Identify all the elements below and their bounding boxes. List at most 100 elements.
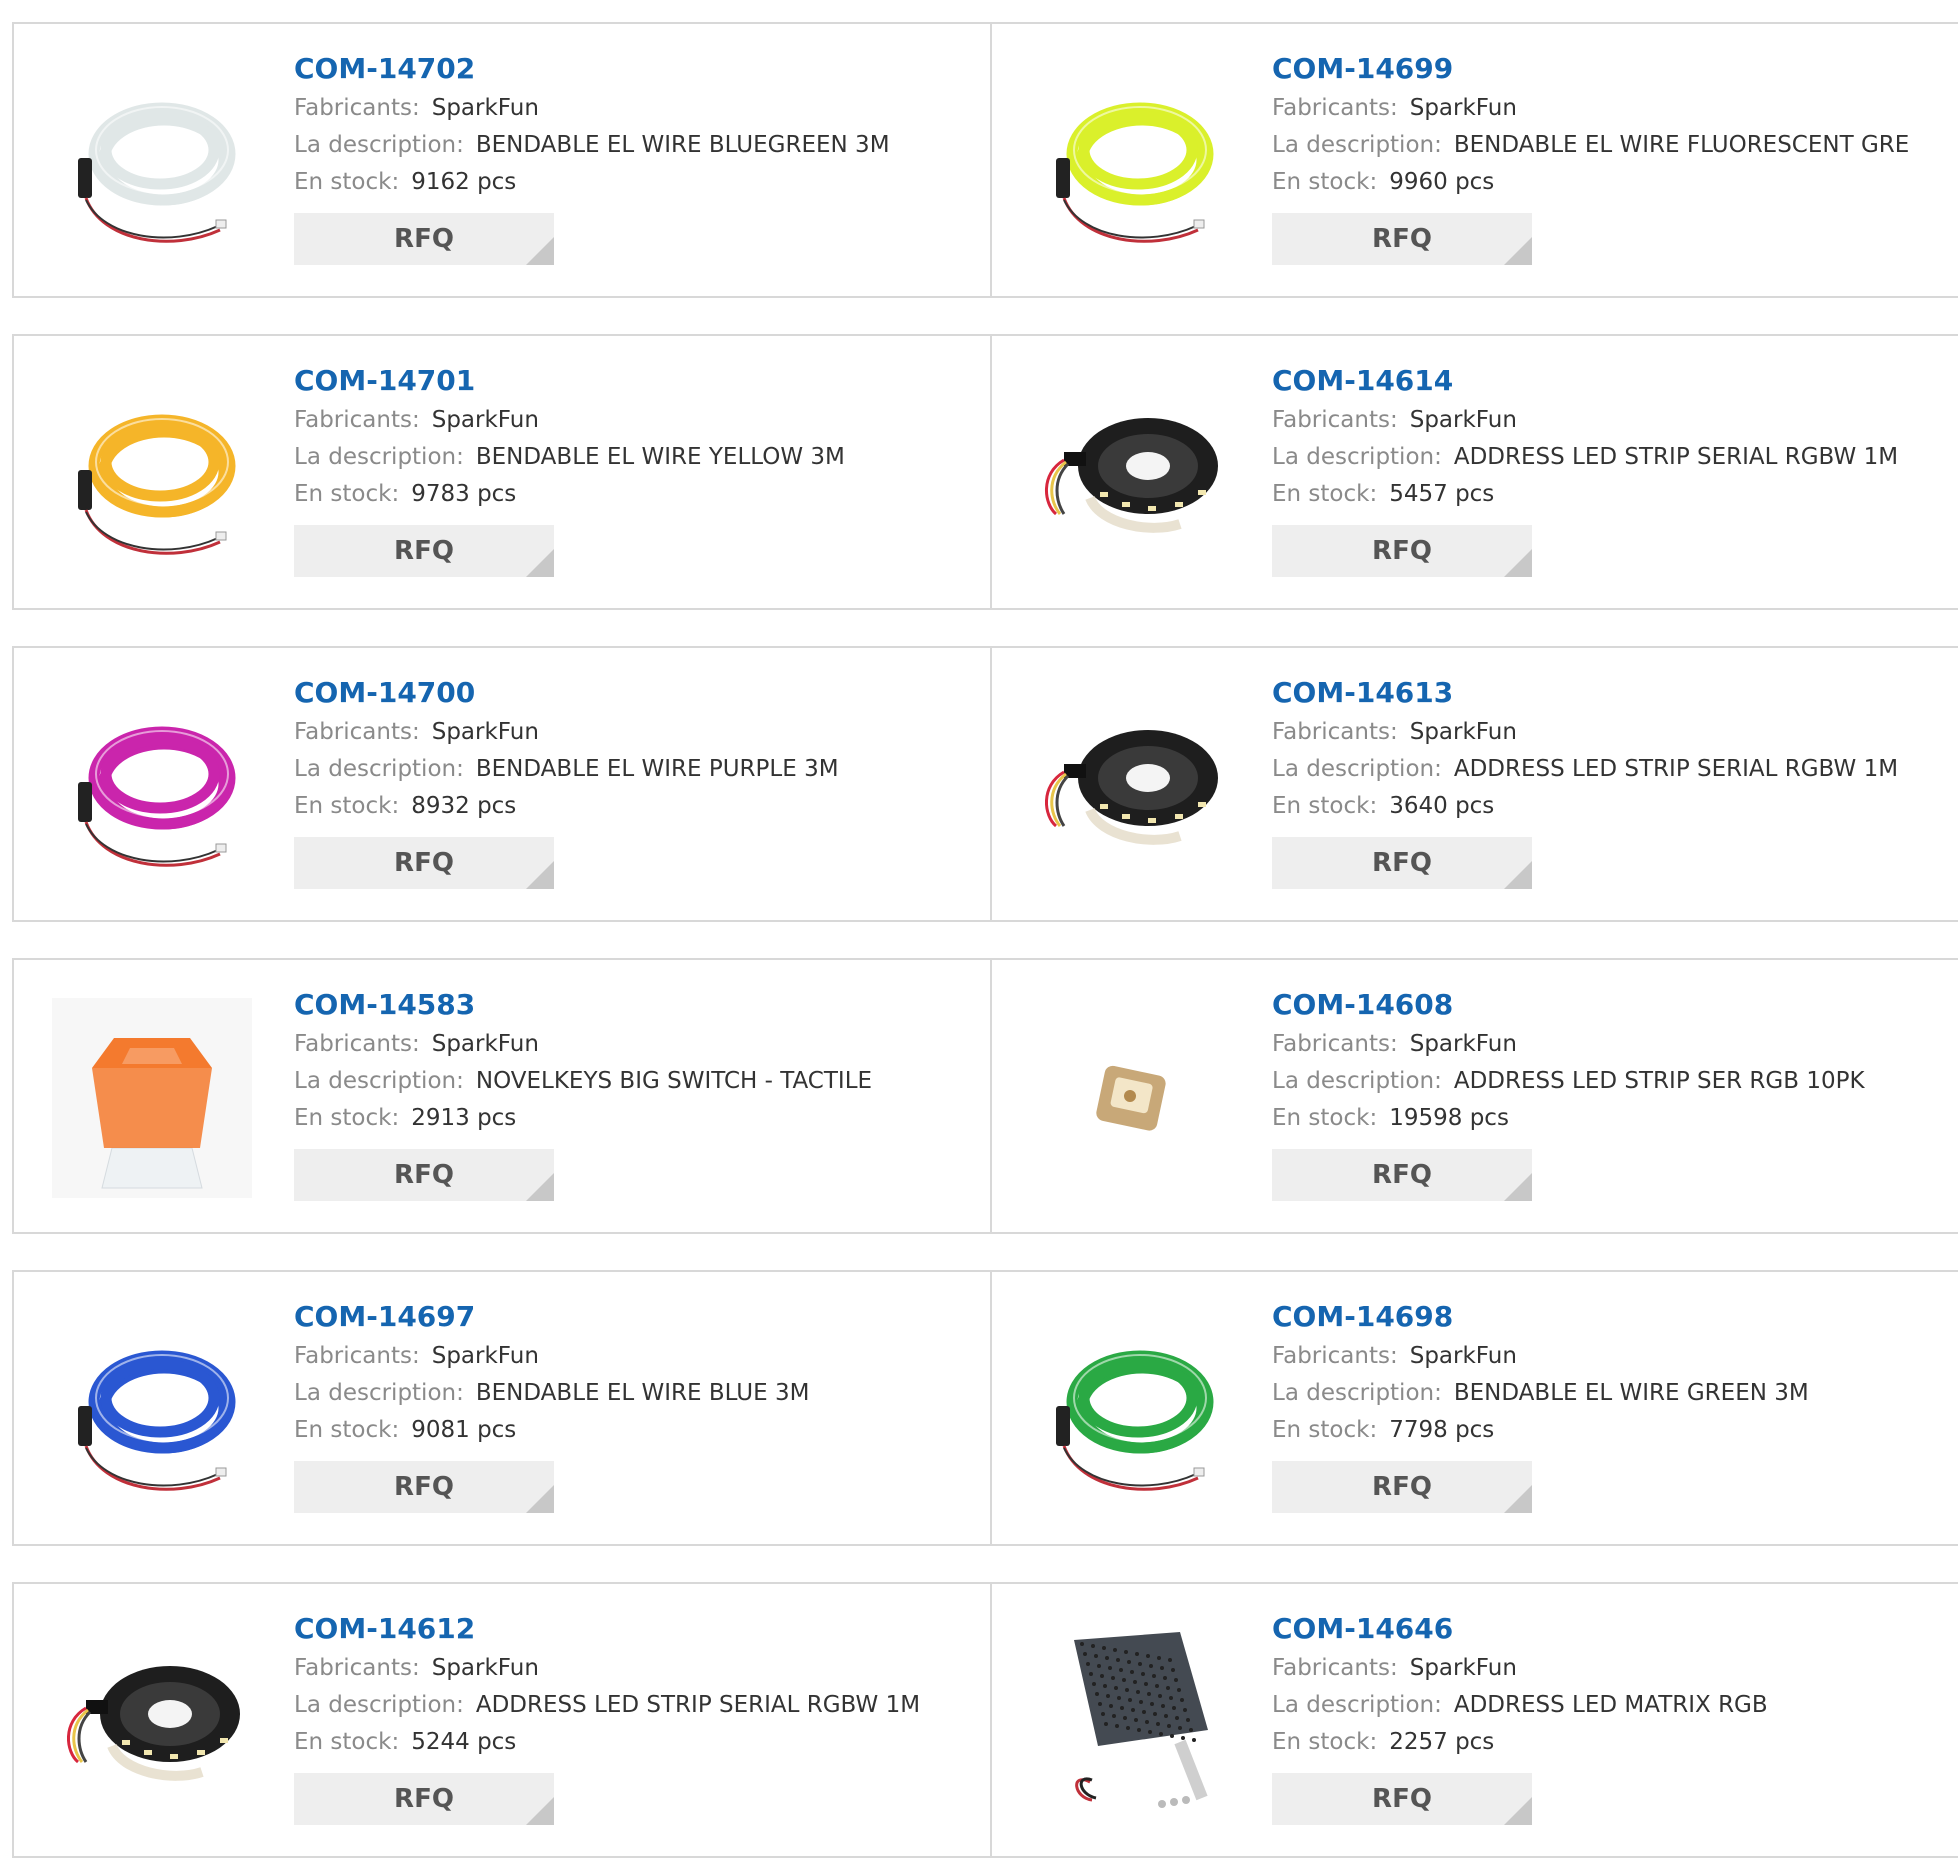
manufacturer-value: SparkFun bbox=[431, 407, 539, 433]
rfq-button[interactable]: RFQ bbox=[294, 1149, 554, 1201]
description-label: La description: bbox=[1272, 1692, 1442, 1718]
stock-value: 9783 pcs bbox=[411, 481, 517, 507]
description-label: La description: bbox=[294, 444, 464, 470]
rfq-button[interactable]: RFQ bbox=[294, 525, 554, 577]
stock-value: 8932 pcs bbox=[411, 793, 517, 819]
stock-row: En stock: 8932 pcs bbox=[294, 788, 839, 825]
part-number-link[interactable]: COM-14612 bbox=[294, 1612, 920, 1650]
manufacturer-row: Fabricants: SparkFun bbox=[1272, 90, 1909, 127]
product-image[interactable] bbox=[1030, 1310, 1230, 1510]
manufacturer-value: SparkFun bbox=[431, 1031, 539, 1057]
product-image[interactable] bbox=[1030, 1622, 1230, 1822]
description-label: La description: bbox=[294, 132, 464, 158]
part-number-link[interactable]: COM-14698 bbox=[1272, 1300, 1809, 1338]
el-wire-coil-icon bbox=[1056, 1350, 1214, 1491]
manufacturer-row: Fabricants: SparkFun bbox=[294, 1026, 872, 1063]
rfq-label: RFQ bbox=[394, 536, 454, 566]
rfq-button[interactable]: RFQ bbox=[1272, 525, 1532, 577]
rfq-label: RFQ bbox=[1372, 536, 1432, 566]
part-number-link[interactable]: COM-14614 bbox=[1272, 364, 1898, 402]
rfq-button[interactable]: RFQ bbox=[1272, 837, 1532, 889]
product-image[interactable] bbox=[52, 998, 252, 1198]
rfq-label: RFQ bbox=[1372, 848, 1432, 878]
rfq-button[interactable]: RFQ bbox=[1272, 213, 1532, 265]
product-image[interactable] bbox=[52, 62, 252, 262]
stock-value: 9960 pcs bbox=[1389, 169, 1495, 195]
rfq-button[interactable]: RFQ bbox=[294, 1461, 554, 1513]
led-strip-reel-icon bbox=[1044, 730, 1218, 845]
manufacturer-value: SparkFun bbox=[1409, 1655, 1517, 1681]
product-image[interactable] bbox=[52, 686, 252, 886]
manufacturer-row: Fabricants: SparkFun bbox=[294, 1650, 920, 1687]
description-row: La description: BENDABLE EL WIRE BLUEGREE… bbox=[294, 127, 890, 164]
product-image[interactable] bbox=[52, 1622, 252, 1822]
corner-triangle-icon bbox=[1504, 549, 1532, 577]
product-image[interactable] bbox=[52, 374, 252, 574]
el-wire-coil-icon bbox=[1056, 102, 1214, 243]
manufacturer-row: Fabricants: SparkFun bbox=[1272, 1650, 1768, 1687]
rfq-label: RFQ bbox=[394, 1784, 454, 1814]
description-row: La description: BENDABLE EL WIRE FLUORESC… bbox=[1272, 127, 1909, 164]
product-card-com-14613: COM-14613 Fabricants: SparkFun La descrip… bbox=[990, 646, 1958, 922]
part-number-link[interactable]: COM-14613 bbox=[1272, 676, 1898, 714]
stock-value: 3640 pcs bbox=[1389, 793, 1495, 819]
part-number-link[interactable]: COM-14646 bbox=[1272, 1612, 1768, 1650]
stock-label: En stock: bbox=[1272, 793, 1378, 819]
part-number-link[interactable]: COM-14699 bbox=[1272, 52, 1909, 90]
part-number-link[interactable]: COM-14697 bbox=[294, 1300, 809, 1338]
manufacturer-row: Fabricants: SparkFun bbox=[1272, 1338, 1809, 1375]
product-image[interactable] bbox=[1030, 998, 1230, 1198]
product-image[interactable] bbox=[52, 1310, 252, 1510]
part-number-link[interactable]: COM-14608 bbox=[1272, 988, 1865, 1026]
part-number-link[interactable]: COM-14701 bbox=[294, 364, 845, 402]
description-row: La description: ADDRESS LED MATRIX RGB bbox=[1272, 1687, 1768, 1724]
led-strip-reel-icon bbox=[66, 1666, 240, 1781]
rfq-button[interactable]: RFQ bbox=[1272, 1773, 1532, 1825]
description-value: ADDRESS LED STRIP SERIAL RGBW 1M bbox=[1453, 444, 1899, 470]
part-number-link[interactable]: COM-14702 bbox=[294, 52, 890, 90]
rfq-button[interactable]: RFQ bbox=[294, 1773, 554, 1825]
product-info: COM-14702 Fabricants: SparkFun La descrip… bbox=[294, 52, 890, 265]
stock-label: En stock: bbox=[294, 481, 400, 507]
manufacturer-value: SparkFun bbox=[431, 95, 539, 121]
product-card-com-14699: COM-14699 Fabricants: SparkFun La descrip… bbox=[990, 22, 1958, 298]
product-info: COM-14697 Fabricants: SparkFun La descrip… bbox=[294, 1300, 809, 1513]
led-chip-icon bbox=[1096, 1065, 1166, 1131]
corner-triangle-icon bbox=[1504, 1485, 1532, 1513]
part-number-link[interactable]: COM-14700 bbox=[294, 676, 839, 714]
manufacturer-label: Fabricants: bbox=[1272, 1343, 1398, 1369]
stock-row: En stock: 5457 pcs bbox=[1272, 476, 1898, 513]
product-image[interactable] bbox=[1030, 62, 1230, 262]
description-value: BENDABLE EL WIRE BLUE 3M bbox=[475, 1380, 810, 1406]
manufacturer-label: Fabricants: bbox=[294, 407, 420, 433]
corner-triangle-icon bbox=[526, 1797, 554, 1825]
stock-value: 2913 pcs bbox=[411, 1105, 517, 1131]
product-card-com-14701: COM-14701 Fabricants: SparkFun La descrip… bbox=[12, 334, 992, 610]
product-info: COM-14698 Fabricants: SparkFun La descrip… bbox=[1272, 1300, 1809, 1513]
manufacturer-value: SparkFun bbox=[431, 719, 539, 745]
description-label: La description: bbox=[1272, 1380, 1442, 1406]
rfq-button[interactable]: RFQ bbox=[1272, 1149, 1532, 1201]
rfq-label: RFQ bbox=[394, 848, 454, 878]
el-wire-coil-icon bbox=[78, 102, 236, 243]
stock-row: En stock: 3640 pcs bbox=[1272, 788, 1898, 825]
corner-triangle-icon bbox=[526, 1173, 554, 1201]
stock-value: 9081 pcs bbox=[411, 1417, 517, 1443]
rfq-button[interactable]: RFQ bbox=[294, 837, 554, 889]
stock-label: En stock: bbox=[1272, 481, 1378, 507]
description-row: La description: ADDRESS LED STRIP SERIAL … bbox=[1272, 751, 1898, 788]
manufacturer-value: SparkFun bbox=[1409, 1031, 1517, 1057]
manufacturer-value: SparkFun bbox=[431, 1343, 539, 1369]
product-image[interactable] bbox=[1030, 686, 1230, 886]
corner-triangle-icon bbox=[1504, 1173, 1532, 1201]
description-label: La description: bbox=[1272, 1068, 1442, 1094]
rfq-button[interactable]: RFQ bbox=[294, 213, 554, 265]
rfq-button[interactable]: RFQ bbox=[1272, 1461, 1532, 1513]
corner-triangle-icon bbox=[526, 237, 554, 265]
description-value: BENDABLE EL WIRE GREEN 3M bbox=[1453, 1380, 1809, 1406]
product-image[interactable] bbox=[1030, 374, 1230, 574]
stock-label: En stock: bbox=[1272, 1417, 1378, 1443]
manufacturer-value: SparkFun bbox=[1409, 95, 1517, 121]
part-number-link[interactable]: COM-14583 bbox=[294, 988, 872, 1026]
product-grid: COM-14702 Fabricants: SparkFun La descrip… bbox=[0, 0, 1958, 1858]
